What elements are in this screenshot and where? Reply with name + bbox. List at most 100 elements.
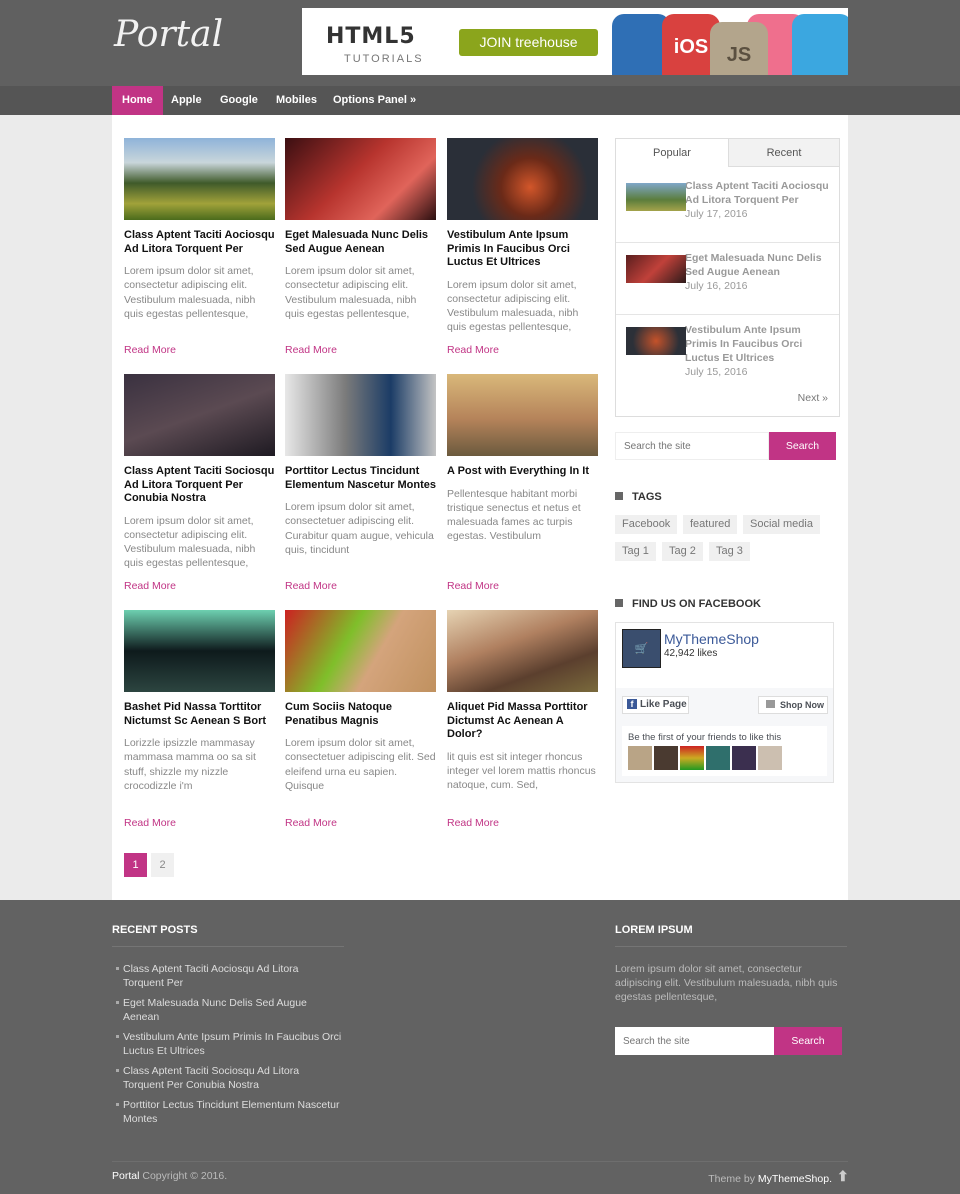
popular-item[interactable]: Vestibulum Ante Ipsum Primis In Faucibus… [626, 323, 831, 380]
tag[interactable]: Social media [743, 515, 820, 534]
post-excerpt: lit quis est sit integer rhoncus integer… [447, 750, 596, 792]
post-thumbnail[interactable] [124, 610, 275, 692]
fb-shop-label: Shop Now [780, 700, 824, 710]
recent-post-link[interactable]: Class Aptent Taciti Aociosqu Ad Litora T… [112, 962, 342, 990]
tab-recent[interactable]: Recent [728, 139, 839, 167]
post-card: A Post with Everything In It Pellentesqu… [447, 374, 598, 594]
tab-popular[interactable]: Popular [616, 139, 728, 167]
friend-avatar[interactable] [758, 746, 782, 770]
site-header: Portal HTML5 TUTORIALS JOIN treehouse iO… [0, 0, 960, 86]
popular-item[interactable]: Eget Malesuada Nunc Delis Sed Augue Aene… [626, 251, 831, 294]
post-thumbnail[interactable] [285, 374, 436, 456]
friend-avatar[interactable] [732, 746, 756, 770]
divider [615, 946, 847, 947]
popular-title[interactable]: Class Aptent Taciti Aociosqu Ad Litora T… [685, 179, 831, 207]
friend-avatar[interactable] [628, 746, 652, 770]
post-title[interactable]: Aliquet Pid Massa Porttitor Dictumst Ac … [447, 701, 598, 742]
recent-post-link[interactable]: Vestibulum Ante Ipsum Primis In Faucibus… [112, 1030, 342, 1058]
fb-page-name[interactable]: MyThemeShop [664, 631, 759, 647]
divider [112, 1161, 848, 1162]
post-card: Porttitor Lectus Tincidunt Elementum Nas… [285, 374, 436, 594]
post-thumbnail[interactable] [285, 610, 436, 692]
post-title[interactable]: Cum Sociis Natoque Penatibus Magnis [285, 701, 436, 728]
tag[interactable]: Tag 1 [615, 542, 656, 561]
post-title[interactable]: Class Aptent Taciti Aociosqu Ad Litora T… [124, 229, 275, 256]
page-1[interactable]: 1 [124, 853, 147, 877]
post-thumbnail[interactable] [285, 138, 436, 220]
post-thumbnail[interactable] [447, 138, 598, 220]
tag[interactable]: featured [683, 515, 738, 534]
facebook-icon: f [627, 699, 637, 709]
nav-google[interactable]: Google [210, 86, 268, 115]
ad-banner[interactable]: HTML5 TUTORIALS JOIN treehouse iOS JS [302, 8, 848, 75]
site-logo[interactable]: Portal [114, 14, 223, 55]
recent-posts-list: Class Aptent Taciti Aociosqu Ad Litora T… [112, 962, 342, 1132]
post-title[interactable]: Class Aptent Taciti Sociosqu Ad Litora T… [124, 465, 275, 506]
tags-heading: TAGS [615, 491, 662, 503]
post-excerpt: Lorem ipsum dolor sit amet, consectetur … [447, 278, 579, 334]
read-more-link[interactable]: Read More [124, 580, 176, 592]
friend-avatar[interactable] [680, 746, 704, 770]
facebook-title: FIND US ON FACEBOOK [632, 598, 761, 610]
recent-post-link[interactable]: Class Aptent Taciti Sociosqu Ad Litora T… [112, 1064, 342, 1092]
banner-cta[interactable]: JOIN treehouse [459, 29, 598, 56]
post-card: Class Aptent Taciti Aociosqu Ad Litora T… [124, 138, 275, 358]
footer-search-input[interactable] [615, 1027, 774, 1055]
theme-link[interactable]: MyThemeShop. [758, 1173, 832, 1185]
post-title[interactable]: Porttitor Lectus Tincidunt Elementum Nas… [285, 465, 436, 492]
footer-search-button[interactable]: Search [774, 1027, 842, 1055]
copyright-brand[interactable]: Portal [112, 1170, 139, 1182]
facebook-widget: 🛒 MyThemeShop 42,942 likes f Like Page Sh… [615, 622, 834, 783]
post-thumbnail[interactable] [447, 374, 598, 456]
read-more-link[interactable]: Read More [285, 344, 337, 356]
nav-mobiles[interactable]: Mobiles [266, 86, 327, 115]
read-more-link[interactable]: Read More [124, 344, 176, 356]
page-2[interactable]: 2 [151, 853, 174, 877]
recent-post-link[interactable]: Porttitor Lectus Tincidunt Elementum Nas… [112, 1098, 342, 1126]
divider [112, 946, 344, 947]
post-title[interactable]: Eget Malesuada Nunc Delis Sed Augue Aene… [285, 229, 436, 256]
tag[interactable]: Facebook [615, 515, 678, 534]
tag[interactable]: Tag 3 [709, 542, 750, 561]
post-thumbnail[interactable] [124, 138, 275, 220]
popular-thumb [626, 255, 686, 283]
tag[interactable]: Tag 2 [662, 542, 703, 561]
next-link[interactable]: Next » [798, 392, 828, 404]
banner-badge-js: JS [710, 22, 768, 75]
nav-apple[interactable]: Apple [161, 86, 212, 115]
mythemeshop-cart-icon[interactable]: 🛒 [622, 629, 661, 668]
post-thumbnail[interactable] [447, 610, 598, 692]
popular-title[interactable]: Vestibulum Ante Ipsum Primis In Faucibus… [685, 323, 831, 365]
read-more-link[interactable]: Read More [285, 580, 337, 592]
post-excerpt: Lorem ipsum dolor sit amet, consectetur … [285, 265, 417, 320]
banner-badge-building [792, 14, 848, 75]
nav-options-panel[interactable]: Options Panel » [323, 86, 426, 115]
read-more-link[interactable]: Read More [447, 580, 499, 592]
popular-item[interactable]: Class Aptent Taciti Aociosqu Ad Litora T… [626, 179, 831, 222]
post-thumbnail[interactable] [124, 374, 275, 456]
back-to-top-arrow-icon[interactable]: ⬆ [837, 1168, 849, 1185]
post-title[interactable]: Vestibulum Ante Ipsum Primis In Faucibus… [447, 229, 598, 270]
theme-credit: Theme by MyThemeShop. [708, 1173, 832, 1185]
post-title[interactable]: A Post with Everything In It [447, 465, 598, 479]
fb-like-page-button[interactable]: f Like Page [622, 696, 689, 714]
read-more-link[interactable]: Read More [447, 817, 499, 829]
read-more-link[interactable]: Read More [447, 344, 499, 356]
fb-shop-now-button[interactable]: Shop Now [758, 696, 828, 714]
friend-avatar[interactable] [654, 746, 678, 770]
nav-home[interactable]: Home [112, 86, 163, 115]
friend-avatar[interactable] [706, 746, 730, 770]
post-title[interactable]: Bashet Pid Nassa Torttitor Nictumst Sc A… [124, 701, 275, 728]
sidebar-search-button[interactable]: Search [769, 432, 836, 460]
recent-post-link[interactable]: Eget Malesuada Nunc Delis Sed Augue Aene… [112, 996, 342, 1024]
theme-by: Theme by [708, 1173, 755, 1185]
recent-posts-heading: RECENT POSTS [112, 924, 198, 936]
shopping-bag-icon [766, 700, 775, 708]
banner-subtitle: TUTORIALS [344, 53, 424, 65]
popular-title[interactable]: Eget Malesuada Nunc Delis Sed Augue Aene… [685, 251, 831, 279]
tags-title: TAGS [632, 491, 662, 503]
read-more-link[interactable]: Read More [124, 817, 176, 829]
sidebar-search-input[interactable] [615, 432, 769, 460]
read-more-link[interactable]: Read More [285, 817, 337, 829]
square-icon [615, 599, 623, 607]
